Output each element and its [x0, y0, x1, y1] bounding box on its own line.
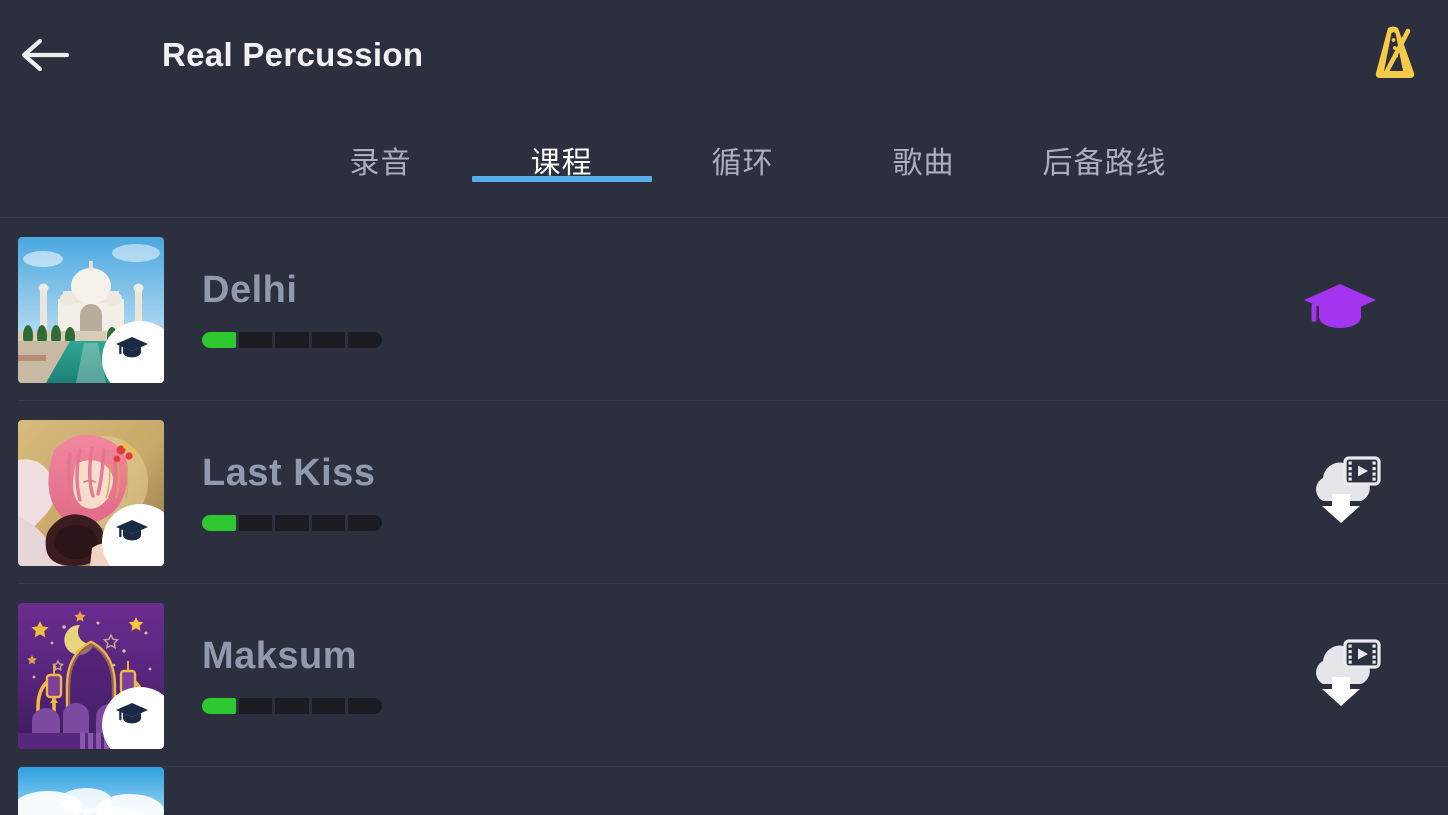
graduation-cap-icon — [116, 703, 161, 742]
lesson-thumbnail — [18, 767, 164, 815]
app-header: Real Percussion — [0, 0, 1448, 110]
lesson-info: Delhi — [164, 268, 1292, 349]
tab-underline — [1015, 176, 1195, 182]
progress-segment — [275, 698, 309, 715]
progress-segment — [348, 698, 382, 715]
tab-loops[interactable]: 循环 — [652, 110, 833, 182]
lesson-owned-button[interactable] — [1292, 262, 1388, 358]
progress-segment — [238, 332, 273, 349]
progress-segment — [311, 515, 346, 532]
sky-clouds-photo — [18, 767, 164, 815]
progress-segment — [202, 698, 236, 715]
progress-segment — [275, 515, 309, 532]
progress-segment — [238, 515, 273, 532]
list-item[interactable] — [0, 767, 1448, 815]
tab-bar: 录音 课程 循环 歌曲 后备路线 — [0, 110, 1448, 218]
graduation-cap-icon — [116, 337, 161, 376]
tab-underline — [291, 176, 471, 182]
lesson-title: Maksum — [202, 634, 358, 677]
lesson-download-button[interactable] — [1292, 445, 1388, 541]
metronome-button[interactable] — [1364, 20, 1426, 90]
lesson-title: Delhi — [202, 268, 298, 311]
lesson-info: Last Kiss — [164, 451, 1292, 532]
metronome-icon — [1369, 23, 1421, 88]
lesson-title: Last Kiss — [202, 451, 376, 494]
tab-underline — [471, 176, 652, 182]
lesson-thumbnail — [18, 419, 164, 566]
tab-lessons[interactable]: 课程 — [471, 110, 652, 182]
list-item[interactable]: Delhi — [0, 218, 1448, 401]
list-item[interactable]: Maksum — [0, 584, 1448, 767]
tab-recordings[interactable]: 录音 — [290, 110, 471, 182]
lesson-thumbnail — [18, 602, 164, 749]
tab-underline — [834, 176, 1014, 182]
progress-segment — [202, 332, 236, 349]
progress-segment — [348, 515, 382, 532]
cloud-download-video-icon — [1299, 639, 1381, 712]
lesson-info: Maksum — [164, 634, 1292, 715]
tab-underline — [653, 176, 833, 182]
page-title: Real Percussion — [162, 36, 424, 73]
progress-segment — [275, 332, 309, 349]
progress-segment — [311, 332, 346, 349]
lesson-list[interactable]: Delhi Last Kiss Maksum — [0, 218, 1448, 815]
tab-songs[interactable]: 歌曲 — [833, 110, 1014, 182]
tab-backing-tracks[interactable]: 后备路线 — [1014, 110, 1195, 182]
lesson-progress — [202, 332, 382, 349]
lesson-progress — [202, 698, 382, 715]
graduation-cap-icon — [116, 520, 161, 559]
progress-segment — [348, 332, 382, 349]
lesson-progress — [202, 515, 382, 532]
lesson-download-button[interactable] — [1292, 628, 1388, 724]
cloud-download-video-icon — [1299, 456, 1381, 529]
lesson-thumbnail — [18, 236, 164, 383]
graduation-cap-icon — [1301, 278, 1379, 341]
progress-segment — [238, 698, 273, 715]
list-item[interactable]: Last Kiss — [0, 401, 1448, 584]
progress-segment — [202, 515, 236, 532]
progress-segment — [311, 698, 346, 715]
back-button[interactable] — [0, 0, 90, 110]
arrow-left-icon — [21, 38, 69, 72]
